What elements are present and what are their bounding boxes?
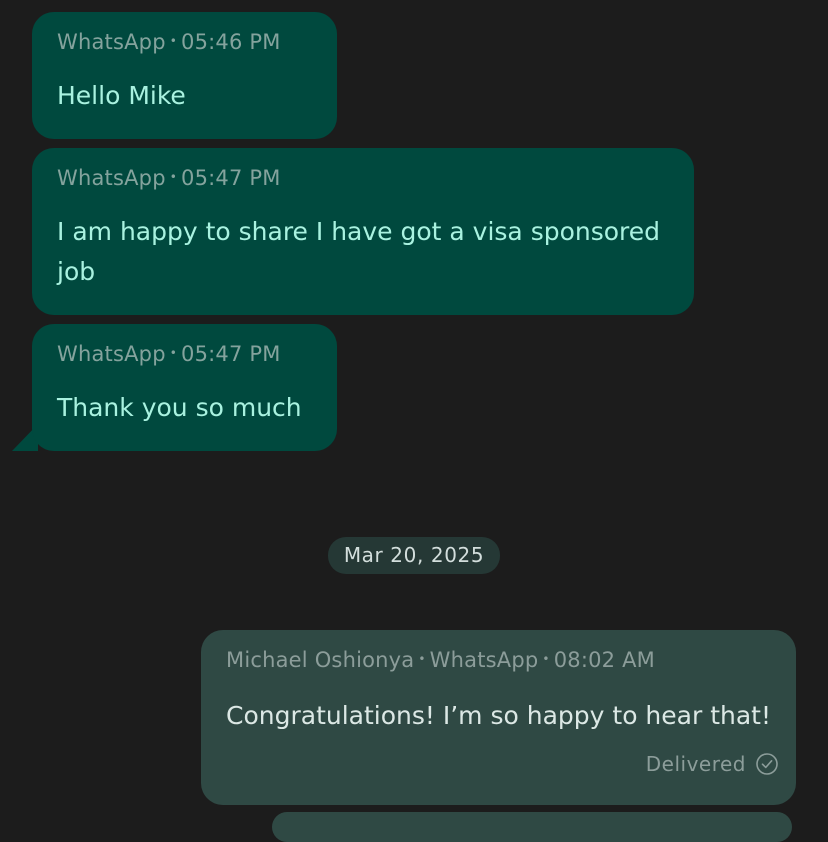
next-message-bubble[interactable]: [272, 812, 792, 842]
delivery-status-label: Delivered: [645, 752, 746, 776]
message-source: WhatsApp: [57, 342, 166, 366]
meta-separator: •: [542, 652, 550, 666]
message-text: Hello Mike: [57, 81, 186, 110]
message-meta: WhatsApp • 05:46 PM: [57, 30, 281, 54]
message-sender: Michael Oshionya: [226, 648, 415, 672]
message-text: Thank you so much: [57, 393, 302, 422]
message-meta: WhatsApp • 05:47 PM: [57, 166, 281, 190]
message-meta: WhatsApp • 05:47 PM: [57, 342, 281, 366]
outgoing-message-bubble[interactable]: Michael Oshionya • WhatsApp • 08:02 AM Congr…: [201, 630, 796, 805]
message-text: I am happy to share I have got a visa sp…: [57, 217, 661, 286]
meta-separator: •: [169, 346, 178, 360]
message-source: WhatsApp: [57, 166, 166, 190]
message-meta: Michael Oshionya • WhatsApp • 08:02 AM: [226, 648, 655, 672]
message-time: 08:02 AM: [553, 648, 655, 672]
meta-separator: •: [418, 652, 426, 666]
message-bubble[interactable]: WhatsApp • 05:46 PM Hello Mike: [32, 12, 337, 139]
delivery-status: Delivered: [646, 752, 778, 776]
message-source: WhatsApp: [429, 648, 539, 672]
message-time: 05:46 PM: [181, 30, 281, 54]
check-circle-icon: [756, 753, 778, 775]
meta-separator: •: [169, 34, 178, 48]
message-text: Congratulations! I’m so happy to hear th…: [226, 701, 771, 730]
message-source: WhatsApp: [57, 30, 166, 54]
message-bubble[interactable]: WhatsApp • 05:47 PM Thank you so much: [32, 324, 337, 451]
date-separator: Mar 20, 2025: [328, 537, 500, 574]
message-time: 05:47 PM: [181, 342, 281, 366]
message-time: 05:47 PM: [181, 166, 281, 190]
message-bubble[interactable]: WhatsApp • 05:47 PM I am happy to share I …: [32, 148, 694, 315]
meta-separator: •: [169, 170, 178, 184]
